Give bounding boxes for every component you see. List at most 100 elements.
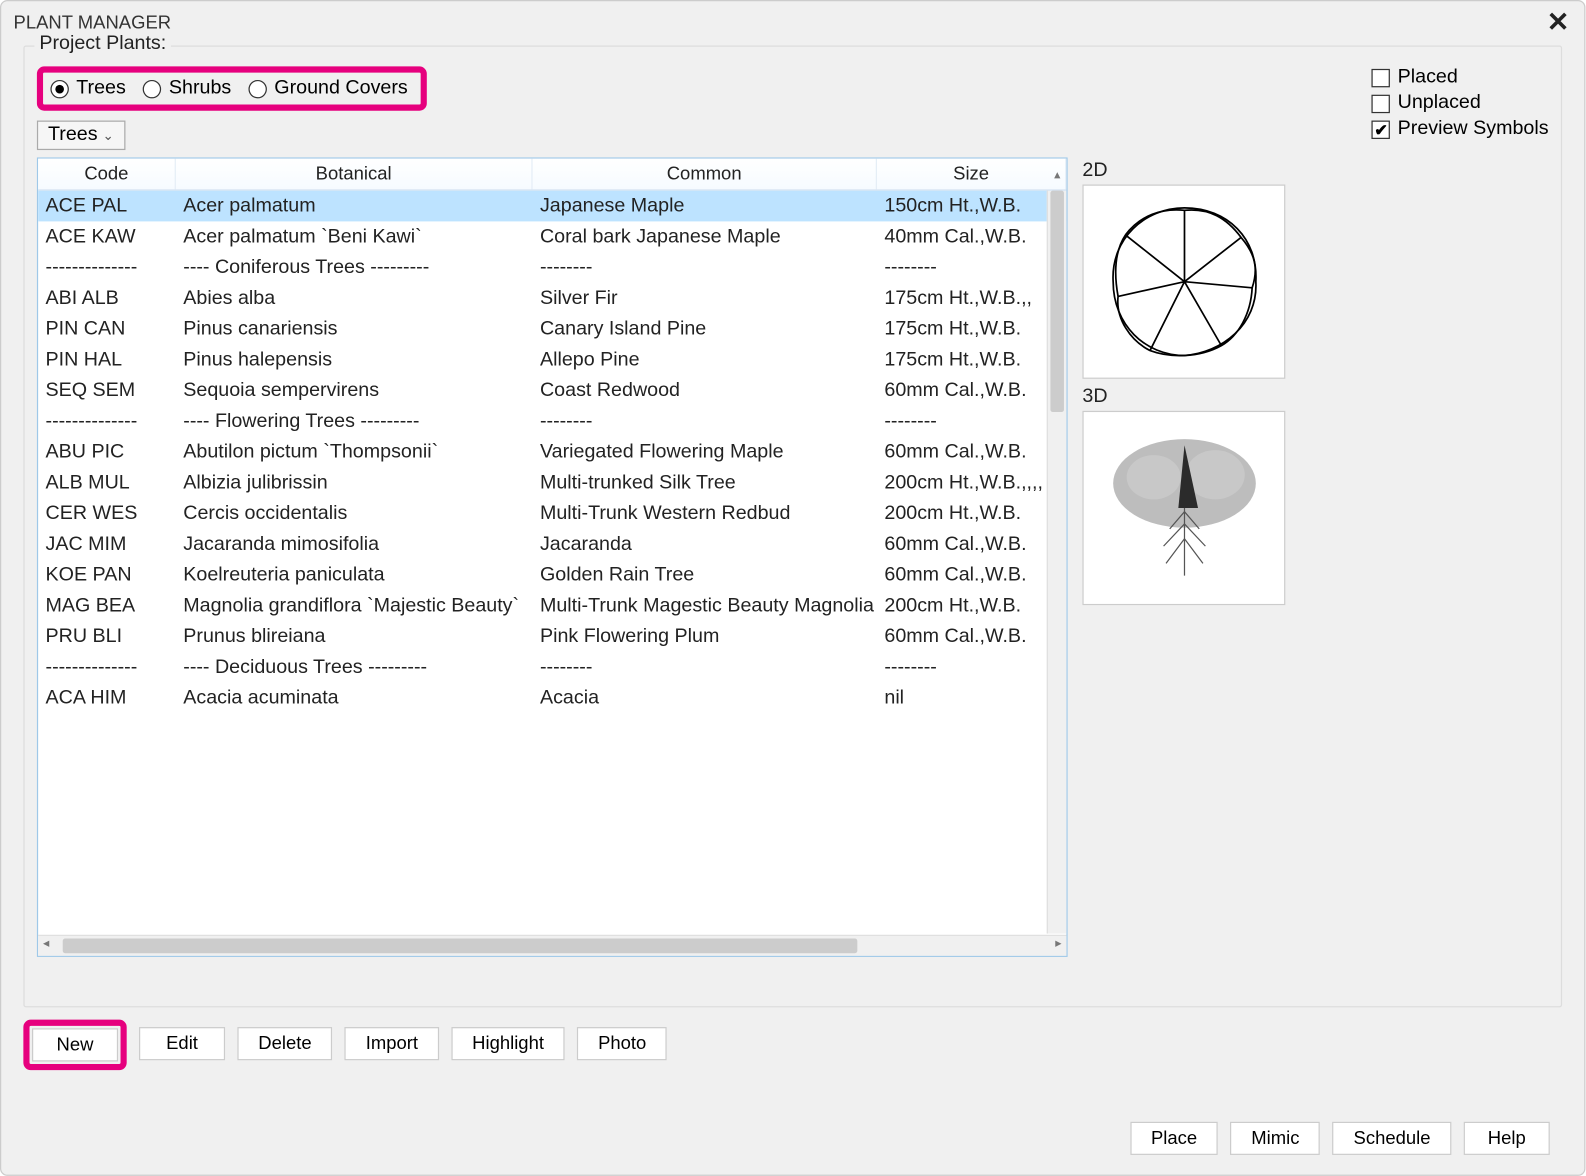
delete-button[interactable]: Delete [237, 1027, 332, 1060]
cell-botanical: Albizia julibrissin [176, 472, 533, 494]
radio-label: Ground Covers [274, 77, 407, 99]
cell-size: -------- [877, 410, 1066, 432]
cell-botanical: Abies alba [176, 287, 533, 309]
table-row[interactable]: JAC MIMJacaranda mimosifoliaJacaranda60m… [38, 529, 1066, 560]
cell-size: 40mm Cal.,W.B. [877, 226, 1066, 248]
photo-button[interactable]: Photo [577, 1027, 667, 1060]
cell-size: 200cm Ht.,W.B. [877, 595, 1066, 617]
schedule-button[interactable]: Schedule [1333, 1122, 1452, 1155]
cell-botanical: Sequoia sempervirens [176, 379, 533, 401]
cell-code: MAG BEA [38, 595, 176, 617]
scroll-left-icon[interactable]: ◂ [43, 937, 49, 951]
cell-size: nil [877, 687, 1066, 709]
preview-2d-label: 2D [1082, 160, 1548, 182]
cell-common: Japanese Maple [533, 195, 877, 217]
table-row[interactable]: ACE PALAcer palmatumJapanese Maple150cm … [38, 191, 1066, 222]
checkbox-icon [1372, 94, 1390, 112]
chevron-down-icon: ⌄ [102, 127, 113, 143]
table-row[interactable]: PRU BLIPrunus blireianaPink Flowering Pl… [38, 621, 1066, 652]
check-unplaced[interactable]: Unplaced [1372, 92, 1549, 114]
scroll-up-icon[interactable]: ▴ [1048, 169, 1066, 189]
import-button[interactable]: Import [345, 1027, 439, 1060]
tree-3d-icon [1092, 416, 1277, 600]
vertical-scrollbar[interactable]: ▴ ▾ [1047, 191, 1067, 934]
table-row[interactable]: ------------------ Deciduous Trees -----… [38, 652, 1066, 683]
place-button[interactable]: Place [1130, 1122, 1218, 1155]
radio-ground-covers[interactable]: Ground Covers [248, 77, 407, 99]
cell-common: -------- [533, 256, 877, 278]
cell-code: JAC MIM [38, 533, 176, 555]
cell-code: -------------- [38, 410, 176, 432]
cell-size: 175cm Ht.,W.B.,, [877, 287, 1066, 309]
radio-shrubs[interactable]: Shrubs [143, 77, 231, 99]
cell-botanical: Jacaranda mimosifolia [176, 533, 533, 555]
preview-panel: 2D 3D [1077, 157, 1548, 957]
column-botanical[interactable]: Botanical [176, 159, 533, 190]
cell-size: 60mm Cal.,W.B. [877, 533, 1066, 555]
scroll-right-icon[interactable]: ▸ [1055, 937, 1061, 951]
cell-size: 60mm Cal.,W.B. [877, 564, 1066, 586]
cell-botanical: Prunus blireiana [176, 625, 533, 647]
scroll-thumb[interactable] [1050, 191, 1064, 412]
cell-common: Canary Island Pine [533, 318, 877, 340]
table-body: ACE PALAcer palmatumJapanese Maple150cm … [38, 191, 1066, 935]
cell-botanical: Koelreuteria paniculata [176, 564, 533, 586]
cell-size: 200cm Ht.,W.B.,,,, [877, 472, 1066, 494]
window-title: PLANT MANAGER [14, 12, 172, 33]
cell-botanical: Pinus halepensis [176, 349, 533, 371]
bottom-buttons: Place Mimic Schedule Help [1, 1122, 1550, 1155]
filter-checkboxes: Placed Unplaced Preview Symbols [1372, 66, 1549, 142]
scroll-thumb[interactable] [63, 938, 858, 953]
cell-botanical: Magnolia grandiflora `Majestic Beauty` [176, 595, 533, 617]
table-row[interactable]: KOE PANKoelreuteria paniculataGolden Rai… [38, 560, 1066, 591]
category-dropdown[interactable]: Trees ⌄ [37, 121, 125, 151]
help-button[interactable]: Help [1464, 1122, 1550, 1155]
check-placed[interactable]: Placed [1372, 66, 1549, 88]
check-preview-symbols[interactable]: Preview Symbols [1372, 118, 1549, 140]
column-size[interactable]: Size [877, 159, 1066, 190]
table-row[interactable]: ------------------ Coniferous Trees ----… [38, 252, 1066, 283]
cell-common: Multi-trunked Silk Tree [533, 472, 877, 494]
table-row[interactable]: CER WESCercis occidentalisMulti-Trunk We… [38, 498, 1066, 529]
table-row[interactable]: MAG BEAMagnolia grandiflora `Majestic Be… [38, 590, 1066, 621]
table-row[interactable]: ALB MULAlbizia julibrissinMulti-trunked … [38, 467, 1066, 498]
cell-size: 60mm Cal.,W.B. [877, 379, 1066, 401]
preview-3d-label: 3D [1082, 386, 1548, 408]
table-row[interactable]: PIN CANPinus canariensisCanary Island Pi… [38, 314, 1066, 345]
cell-code: KOE PAN [38, 564, 176, 586]
cell-botanical: ---- Coniferous Trees --------- [176, 256, 533, 278]
cell-common: Multi-Trunk Magestic Beauty Magnolia [533, 595, 877, 617]
radio-trees[interactable]: Trees [50, 77, 125, 99]
table-row[interactable]: SEQ SEMSequoia sempervirensCoast Redwood… [38, 375, 1066, 406]
horizontal-scrollbar[interactable]: ◂ ▸ [38, 935, 1066, 956]
highlight-button[interactable]: Highlight [451, 1027, 565, 1060]
cell-size: 200cm Ht.,W.B. [877, 502, 1066, 524]
cell-code: -------------- [38, 256, 176, 278]
cell-size: 175cm Ht.,W.B. [877, 318, 1066, 340]
table-row[interactable]: ACA HIMAcacia acuminataAcacianil [38, 683, 1066, 714]
cell-code: ABI ALB [38, 287, 176, 309]
table-row[interactable]: ABU PICAbutilon pictum `Thompsonii`Varie… [38, 437, 1066, 468]
cell-botanical: ---- Deciduous Trees --------- [176, 656, 533, 678]
cell-common: Jacaranda [533, 533, 877, 555]
cell-code: -------------- [38, 656, 176, 678]
cell-code: PIN HAL [38, 349, 176, 371]
cell-common: Allepo Pine [533, 349, 877, 371]
radio-label: Shrubs [169, 77, 231, 99]
project-plants-group: Project Plants: Trees Shrubs Ground Cove… [23, 46, 1562, 1008]
close-icon[interactable]: ✕ [1542, 6, 1575, 38]
new-button[interactable]: New [32, 1028, 118, 1061]
table-row[interactable]: PIN HALPinus halepensisAllepo Pine175cm … [38, 344, 1066, 375]
table-row[interactable]: ACE KAWAcer palmatum `Beni Kawi`Coral ba… [38, 221, 1066, 252]
cell-common: Coral bark Japanese Maple [533, 226, 877, 248]
column-code[interactable]: Code [38, 159, 176, 190]
cell-botanical: Acer palmatum [176, 195, 533, 217]
checkbox-icon [1372, 68, 1390, 86]
table-row[interactable]: ------------------ Flowering Trees -----… [38, 406, 1066, 437]
edit-button[interactable]: Edit [139, 1027, 225, 1060]
cell-botanical: ---- Flowering Trees --------- [176, 410, 533, 432]
column-common[interactable]: Common [533, 159, 877, 190]
table-row[interactable]: ABI ALBAbies albaSilver Fir175cm Ht.,W.B… [38, 283, 1066, 314]
cell-common: Silver Fir [533, 287, 877, 309]
mimic-button[interactable]: Mimic [1230, 1122, 1320, 1155]
